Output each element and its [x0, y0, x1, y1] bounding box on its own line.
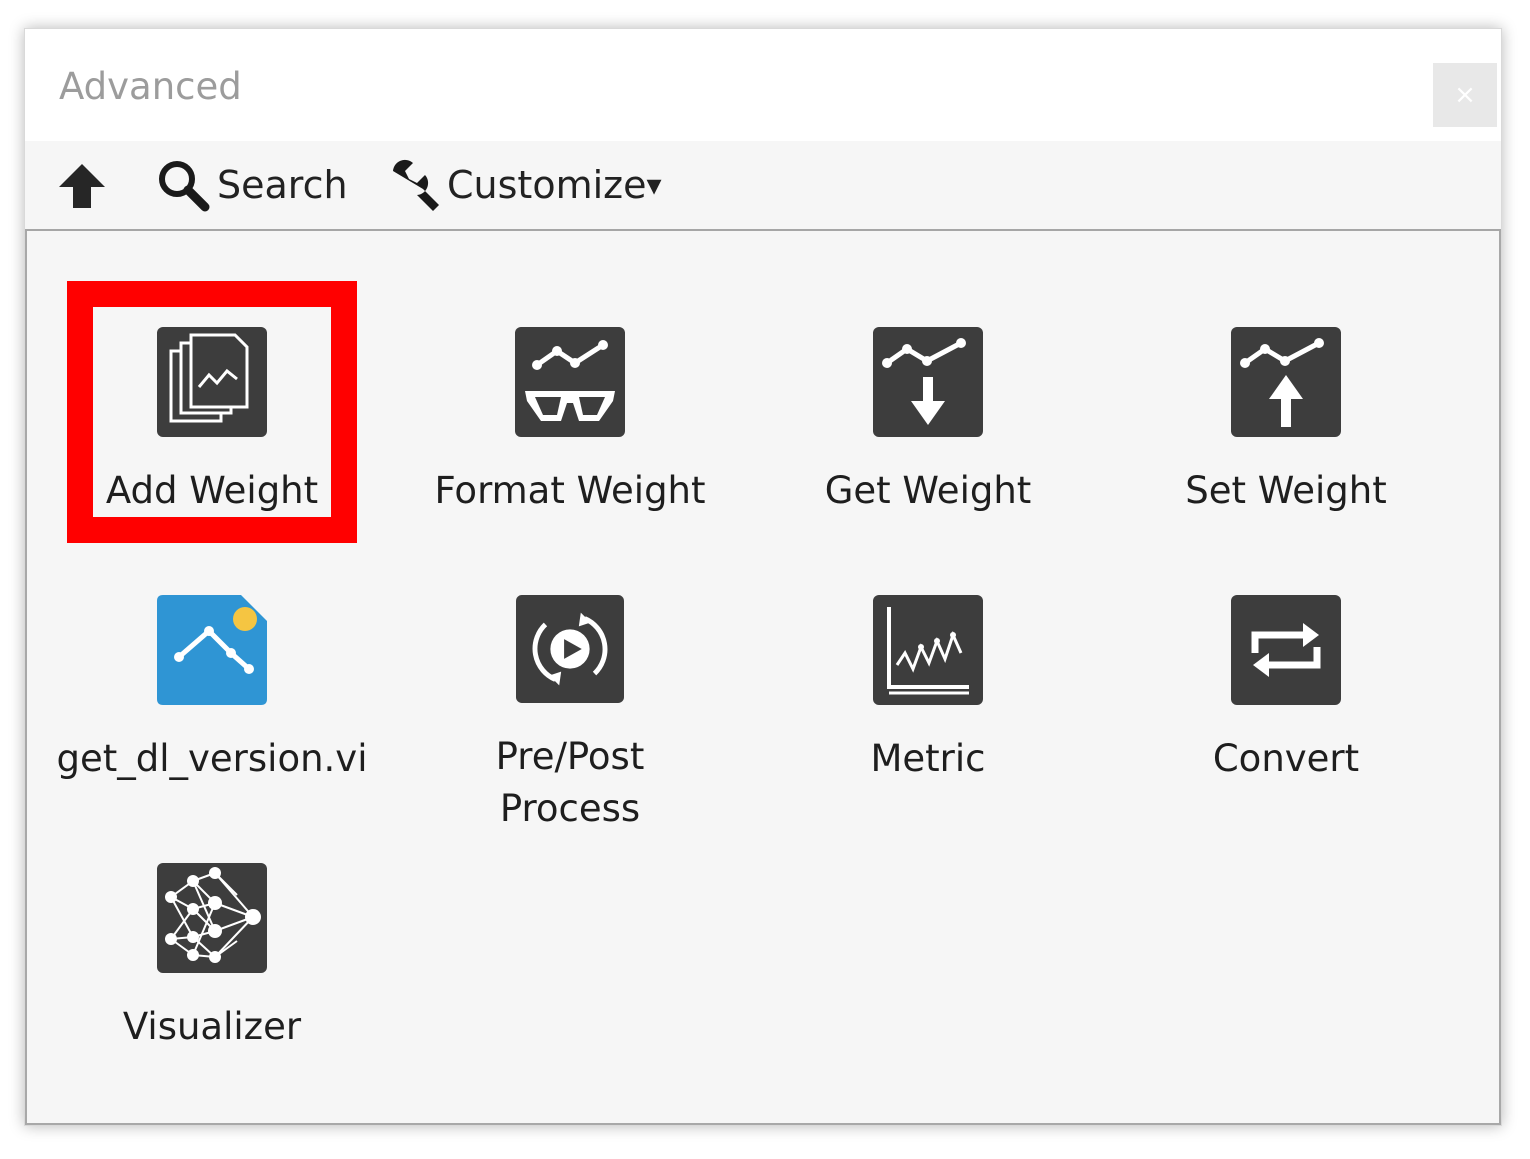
search-icon — [159, 161, 210, 212]
wrench-icon — [393, 159, 439, 211]
tile-label: Metric — [870, 737, 986, 780]
up-button[interactable] — [57, 161, 107, 211]
titlebar: Advanced × — [25, 29, 1501, 141]
tile-label: Visualizer — [122, 1005, 302, 1048]
tile-visualizer[interactable]: Visualizer — [47, 863, 377, 1103]
format-weight-icon — [515, 327, 625, 437]
tile-label: Set Weight — [1185, 469, 1387, 512]
pre-post-process-icon — [516, 595, 624, 703]
close-button[interactable]: × — [1433, 63, 1497, 127]
selection-highlight — [67, 281, 357, 543]
get-dl-version-icon — [157, 595, 267, 705]
palette-content: Add Weight Format Weight Get Weight Set … — [25, 231, 1501, 1125]
customize-button[interactable]: Customize ▾ — [387, 157, 662, 213]
tile-get-weight[interactable]: Get Weight — [763, 327, 1093, 567]
palette-window: Advanced × Search Customize ▾ Add Weight… — [24, 28, 1502, 1126]
tile-get-dl-version[interactable]: get_dl_version.vi — [47, 595, 377, 835]
tile-set-weight[interactable]: Set Weight — [1121, 327, 1451, 567]
arrow-up-icon — [59, 164, 105, 208]
tile-label: Convert — [1212, 737, 1360, 780]
tile-label: Get Weight — [824, 469, 1032, 512]
tile-convert[interactable]: Convert — [1121, 595, 1451, 835]
visualizer-icon — [157, 863, 267, 973]
tile-pre-post-process[interactable]: Pre/Post Process — [405, 595, 735, 835]
toolbar: Search Customize ▾ — [25, 141, 1501, 231]
tile-label: get_dl_version.vi — [56, 737, 368, 780]
get-weight-icon — [873, 327, 983, 437]
tile-format-weight[interactable]: Format Weight — [405, 327, 735, 567]
search-button[interactable]: Search — [155, 157, 348, 213]
search-label: Search — [217, 163, 348, 207]
customize-label: Customize — [447, 163, 647, 207]
window-title: Advanced — [59, 65, 242, 108]
metric-icon — [873, 595, 983, 705]
tile-label: Format Weight — [434, 469, 706, 512]
tile-metric[interactable]: Metric — [763, 595, 1093, 835]
set-weight-icon — [1231, 327, 1341, 437]
convert-icon — [1231, 595, 1341, 705]
chevron-down-icon: ▾ — [646, 167, 662, 203]
tile-label: Pre/Post Process — [495, 735, 645, 830]
